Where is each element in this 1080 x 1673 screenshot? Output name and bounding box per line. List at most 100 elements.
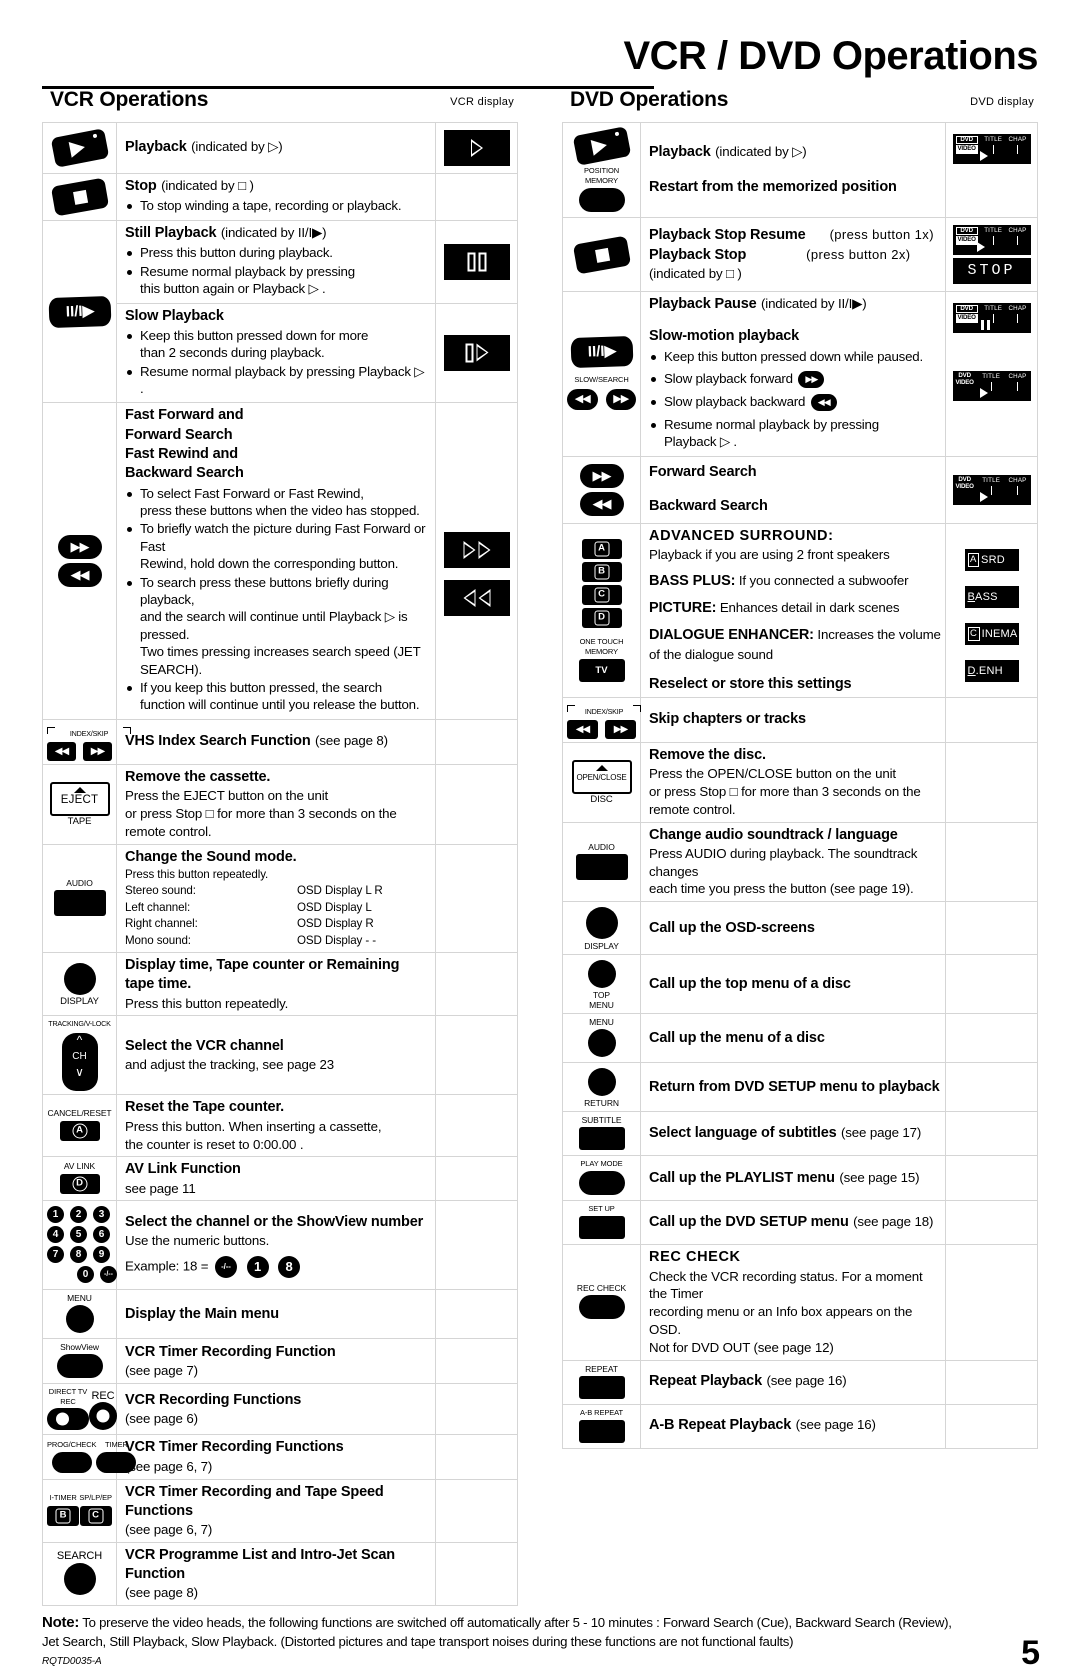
row-title-suffix: (indicated by ▷) [191, 139, 283, 155]
vcr-heading: VCR Operations [50, 88, 209, 111]
vcr-eject-button[interactable]: EJECT TAPE [42, 763, 117, 845]
table-row: I-TIMER B SP/LP/EP C VCR Timer Recording a… [42, 1478, 518, 1543]
dvd-ab-repeat-button[interactable]: A-B REPEAT [562, 1403, 641, 1449]
num-key[interactable]: 3 [93, 1206, 110, 1224]
dvd-skip-buttons[interactable]: INDEX/SKIP ◀◀ ▶▶ [562, 696, 641, 743]
row-title: VCR Timer Recording Functions [125, 1439, 344, 1456]
row-subline: (indicated by □ ) [649, 265, 742, 281]
row-line: (see page 6, 7) [125, 1522, 213, 1538]
num-key[interactable]: 6 [93, 1226, 110, 1244]
vcr-recording-buttons[interactable]: DIRECT TV REC REC [42, 1383, 117, 1436]
list-item: To briefly watch the picture during Fast… [125, 520, 431, 572]
num-key[interactable]: 0 [77, 1266, 94, 1284]
tv-aspect-key-icon[interactable]: TV ASPECT [578, 659, 625, 699]
vcr-still-playback-button[interactable]: II/I▶ [42, 219, 117, 404]
b-key-icon[interactable]: B [581, 562, 622, 583]
vcr-reset-counter-text: Reset the Tape counter. Press this butto… [116, 1094, 436, 1158]
vcr-search-button[interactable]: SEARCH [42, 1541, 117, 1607]
row-line: and adjust the tracking, see page 23 [125, 1057, 334, 1073]
a-key-icon[interactable]: A [581, 539, 622, 560]
vcr-itimer-speed-buttons[interactable]: I-TIMER B SP/LP/EP C [42, 1478, 117, 1543]
d-key-icon[interactable]: D [581, 608, 622, 629]
num-key[interactable]: 8 [70, 1246, 87, 1264]
dvd-stop-button[interactable] [562, 217, 641, 292]
num-key[interactable]: 7 [47, 1246, 64, 1264]
dvd-playback-button[interactable]: POSITION MEMORY [562, 122, 641, 218]
num-key[interactable]: 9 [93, 1246, 110, 1264]
dvd-play-mode-button[interactable]: PLAY MODE [562, 1155, 641, 1202]
direct-tv-rec-key-icon [47, 1408, 89, 1431]
vcr-stop-text: Stop (indicated by □ ) To stop winding a… [116, 173, 436, 221]
vcr-showview-text: Select the channel or the ShowView numbe… [116, 1200, 436, 1291]
dvd-top-menu-button[interactable]: TOP MENU [562, 954, 641, 1015]
audio-key-label: AUDIO [588, 841, 615, 852]
vcr-still-playback-text: Still Playback (indicated by II/I▶) Pres… [116, 220, 436, 304]
vcr-menu-button[interactable]: MENU [42, 1289, 117, 1340]
vcr-index-skip-buttons[interactable]: INDEX/SKIP ◀◀ ▶▶ [42, 718, 131, 765]
table-row: MENU Display the Main menu [42, 1289, 518, 1340]
row-line: (see page 6, 7) [125, 1458, 213, 1474]
key-letter: C [88, 1508, 104, 1524]
skip-forward-key-icon: ▶▶ [83, 741, 112, 761]
row-title-b: Backward Search [649, 497, 768, 514]
num-key[interactable]: 4 [47, 1226, 64, 1244]
dvd-display-button[interactable]: DISPLAY [562, 901, 641, 956]
page-number: 5 [1021, 1633, 1040, 1672]
display-key-icon [63, 963, 96, 996]
dvd-repeat-button[interactable]: REPEAT [562, 1359, 641, 1405]
vcr-cancel-reset-button[interactable]: CANCEL/RESET A [42, 1094, 117, 1158]
vcr-showview-button[interactable]: ShowView [42, 1338, 117, 1385]
dvd-menu-button[interactable]: MENU [562, 1013, 641, 1064]
stop-key-icon [572, 235, 631, 274]
disc-label: DISC [590, 794, 613, 806]
dvd-abcd-buttons[interactable]: A B C D ONE TOUCH MEMORY TV ASPECT [562, 522, 641, 699]
num-key[interactable]: 5 [70, 1226, 87, 1244]
showview-key-label: ShowView [60, 1342, 99, 1353]
num-key[interactable]: 2 [70, 1206, 87, 1224]
dvd-search-buttons[interactable]: ▶▶ ◀◀ [562, 455, 641, 524]
dvd-display-none [945, 1062, 1038, 1113]
display-box [443, 243, 510, 280]
table-row: ▶▶ ◀◀ Forward Search Backward Search DVD… [562, 455, 1038, 524]
mode-label: Right channel: [125, 917, 198, 931]
vcr-av-link-button[interactable]: AV LINK D [42, 1156, 117, 1202]
vcr-display-search [435, 402, 518, 720]
display-key-label: DISPLAY [60, 996, 99, 1008]
row-title: Return from DVD SETUP menu to playback [649, 1078, 940, 1095]
vcr-channel-button[interactable]: TRACKING/V-LOCK ^ CH ∨ [42, 1015, 117, 1096]
num-key[interactable]: 1 [47, 1206, 64, 1224]
pause-play-key-icon: II/I▶ [47, 295, 112, 328]
press-note-b: (press button 2x) [806, 246, 911, 262]
vcr-playback-button[interactable] [42, 122, 117, 174]
vcr-prog-timer-buttons[interactable]: PROG/CHECK TIMER [42, 1434, 137, 1480]
dvd-return-button[interactable]: RETURN [562, 1062, 641, 1113]
vcr-audio-button[interactable]: AUDIO [42, 843, 117, 954]
row-title: A-B Repeat Playback [649, 1417, 792, 1434]
vcr-ff-rew-buttons[interactable]: ▶▶ ◀◀ [42, 402, 117, 720]
display-box [443, 334, 510, 371]
vcr-operations-table: Playback (indicated by ▷) Stop (indicate… [42, 122, 518, 1607]
dvd-setup-button[interactable]: SET UP [562, 1200, 641, 1246]
vcr-numeric-keypad[interactable]: 123 456 789 0 -/-- [42, 1200, 117, 1291]
vcr-display-button[interactable]: DISPLAY [42, 952, 117, 1017]
bullet-list: Keep this button pressed down while paus… [649, 348, 941, 451]
dvd-display-none [945, 1200, 1038, 1246]
row-title: Reset the Tape counter. [125, 1099, 285, 1116]
dialogue-title: DIALOGUE ENHANCER: [649, 627, 814, 644]
dvd-audio-button[interactable]: AUDIO [562, 821, 641, 903]
dvd-rec-check-button[interactable]: REC CHECK [562, 1244, 641, 1361]
bass-title: BASS PLUS: [649, 572, 736, 589]
slow-forward-key-icon: ▶▶ [605, 389, 636, 411]
table-row: POSITION MEMORY Playback (indicated by ▷… [562, 122, 1038, 218]
surround-desc: Playback if you are using 2 front speake… [649, 547, 890, 563]
row-title: VCR Timer Recording Function [125, 1343, 336, 1360]
vcr-stop-button[interactable] [42, 173, 117, 221]
num-key-dash[interactable]: -/-- [100, 1266, 117, 1284]
row-title-a: Playback Stop Resume [649, 227, 806, 244]
dvd-open-close-button[interactable]: OPEN/CLOSE DISC [562, 741, 641, 823]
bracket-label: INDEX/SKIP [69, 728, 109, 738]
dvd-subtitle-button[interactable]: SUBTITLE [562, 1111, 641, 1157]
dvd-pause-slow-buttons[interactable]: II/I▶ SLOW/SEARCH ◀◀ ▶▶ [562, 291, 641, 457]
vcr-display-none [435, 1094, 518, 1158]
c-key-icon[interactable]: C [581, 585, 622, 606]
